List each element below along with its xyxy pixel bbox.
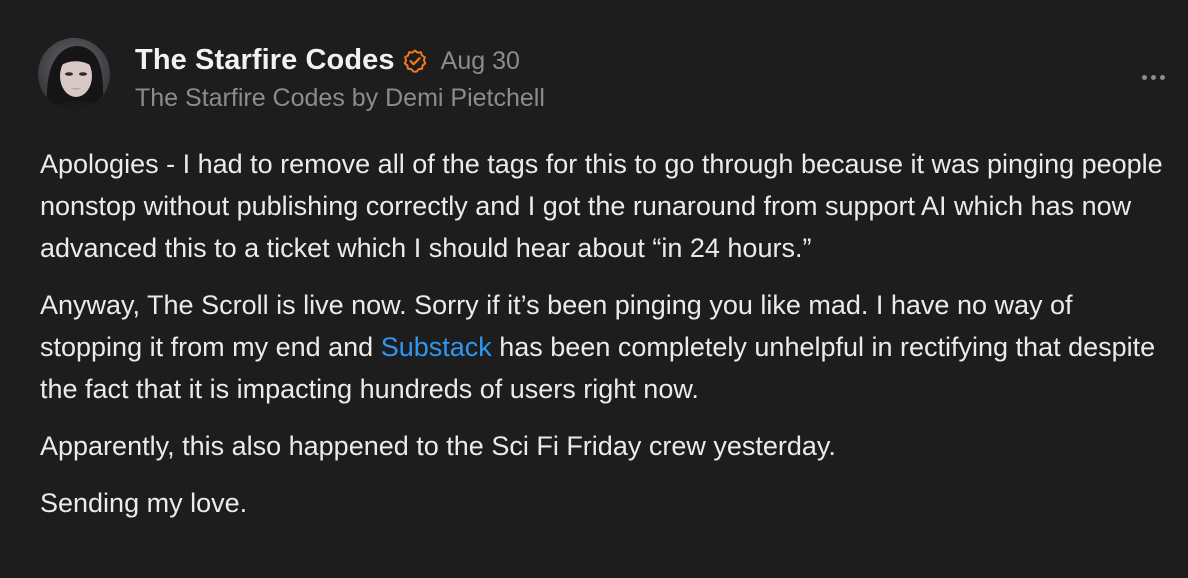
author-line: The Starfire Codes Aug 30 xyxy=(135,40,520,80)
avatar[interactable] xyxy=(38,38,110,110)
paragraph-4: Sending my love. xyxy=(40,488,248,518)
ellipsis-icon xyxy=(1150,74,1156,80)
paragraph-2: Anyway, The Scroll is live now. Sorry if… xyxy=(40,284,1165,410)
more-options-button[interactable] xyxy=(1138,66,1168,88)
ellipsis-icon xyxy=(1141,74,1147,80)
profile-photo-icon xyxy=(38,38,110,110)
paragraph-1: Apologies - I had to remove all of the t… xyxy=(40,149,1163,263)
ellipsis-icon xyxy=(1159,74,1165,80)
publication-byline[interactable]: The Starfire Codes by Demi Pietchell xyxy=(135,84,545,113)
verified-check-icon xyxy=(403,49,427,73)
substack-link[interactable]: Substack xyxy=(381,332,492,362)
post-body: Apologies - I had to remove all of the t… xyxy=(40,143,1165,539)
author-name[interactable]: The Starfire Codes xyxy=(135,44,395,77)
post-card: The Starfire Codes Aug 30 The Starfire C… xyxy=(0,0,1188,578)
post-date[interactable]: Aug 30 xyxy=(441,47,520,76)
paragraph-3: Apparently, this also happened to the Sc… xyxy=(40,431,836,461)
